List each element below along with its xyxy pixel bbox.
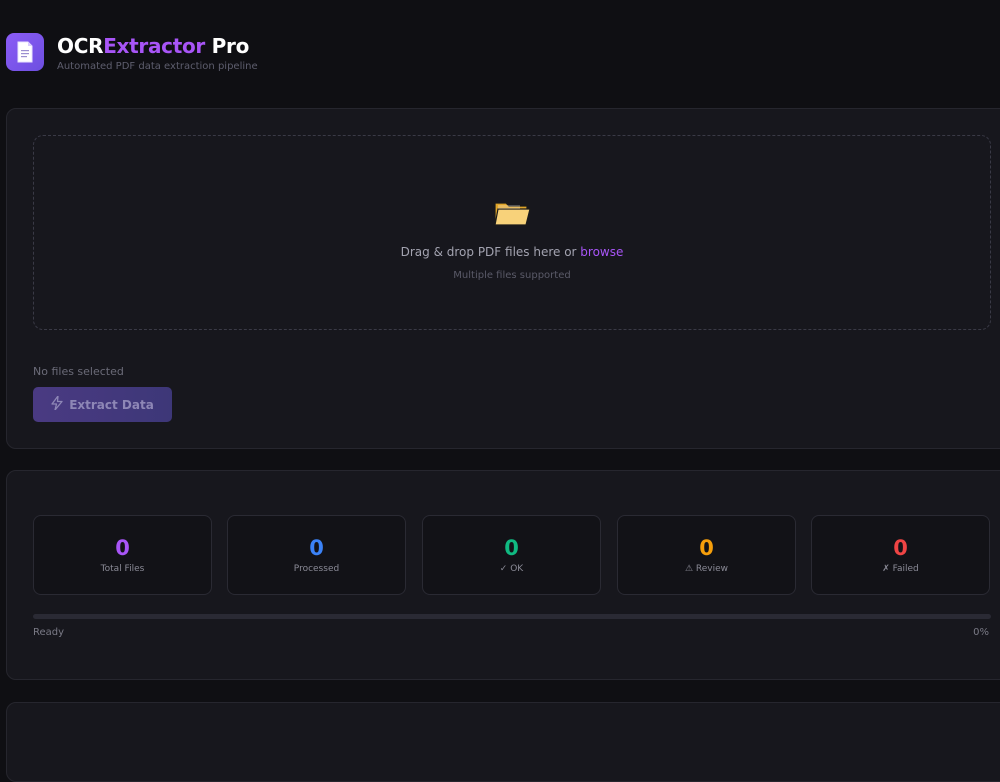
- app-subtitle: Automated PDF data extraction pipeline: [57, 61, 258, 72]
- stats-panel: 0 Total Files 0 Processed 0 ✓ OK 0 ⚠ Rev…: [6, 470, 1000, 680]
- stat-card-total-files: 0 Total Files: [33, 515, 212, 595]
- upload-panel: Drag & drop PDF files here or browse Mul…: [6, 108, 1000, 449]
- dropzone-text: Drag & drop PDF files here or browse: [34, 245, 990, 259]
- app-header: OCRExtractor Pro Automated PDF data extr…: [6, 33, 258, 72]
- stat-label: ✓ OK: [499, 564, 524, 574]
- dropzone-hint: Multiple files supported: [453, 270, 571, 281]
- app-title-extractor: Extractor: [103, 34, 205, 58]
- stat-card-review: 0 ⚠ Review: [617, 515, 796, 595]
- stat-value: 0: [893, 536, 908, 560]
- stat-label: Processed: [293, 564, 340, 574]
- stat-label: ⚠ Review: [684, 564, 729, 574]
- stat-value: 0: [309, 536, 324, 560]
- extract-data-button[interactable]: Extract Data: [33, 387, 172, 422]
- stat-card-processed: 0 Processed: [227, 515, 406, 595]
- results-panel: [6, 702, 1000, 782]
- progress-bar: [33, 614, 991, 619]
- stat-value: 0: [115, 536, 130, 560]
- stat-value: 0: [699, 536, 714, 560]
- app-title: OCRExtractor Pro: [57, 35, 258, 57]
- stat-card-failed: 0 ✗ Failed: [811, 515, 990, 595]
- stat-value: 0: [504, 536, 519, 560]
- stat-label: ✗ Failed: [882, 564, 919, 574]
- browse-link[interactable]: browse: [580, 245, 623, 259]
- app-title-ocr: OCR: [57, 34, 104, 58]
- file-selection-status: No files selected: [33, 365, 124, 378]
- document-icon: [6, 33, 44, 71]
- lightning-icon: [51, 395, 63, 413]
- dropzone-instruction: Drag & drop PDF files here or: [400, 245, 581, 259]
- pdf-dropzone[interactable]: Drag & drop PDF files here or browse Mul…: [33, 135, 991, 330]
- stat-card-ok: 0 ✓ OK: [422, 515, 601, 595]
- progress-status: Ready: [33, 627, 65, 638]
- progress-percent: 0%: [973, 627, 989, 638]
- extract-data-label: Extract Data: [69, 397, 154, 412]
- app-title-pro: Pro: [205, 34, 250, 58]
- folder-icon: [492, 198, 532, 232]
- stat-label: Total Files: [100, 564, 145, 574]
